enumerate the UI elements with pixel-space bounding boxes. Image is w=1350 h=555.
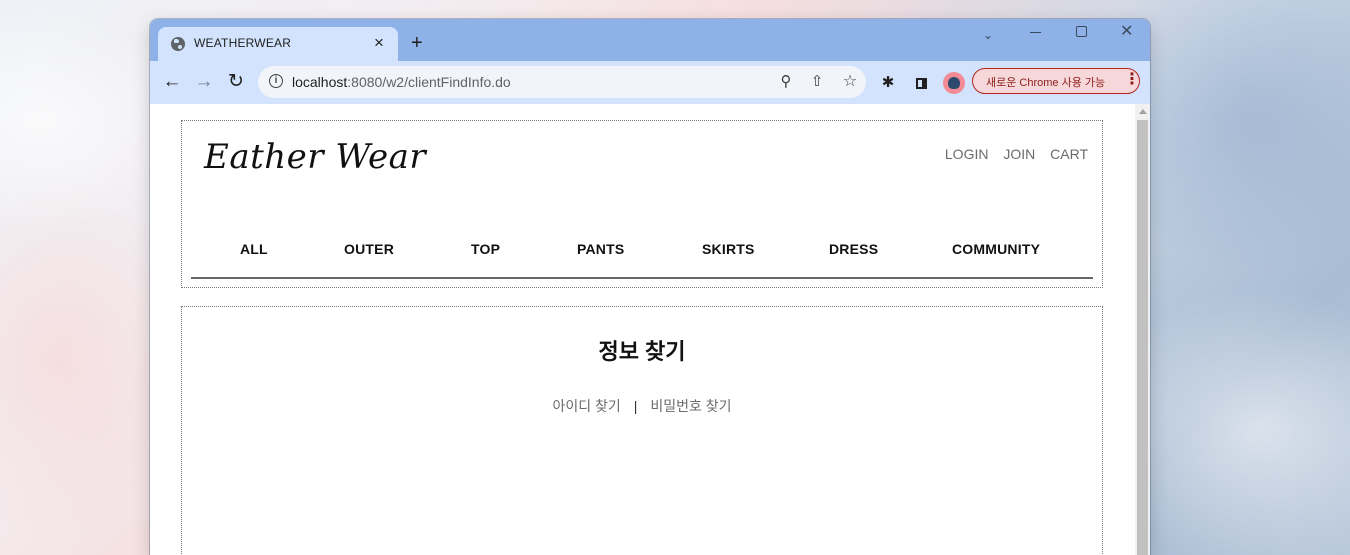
- nav-item-all[interactable]: ALL: [240, 241, 268, 257]
- url-text[interactable]: localhost:8080/w2/clientFindInfo.do: [292, 74, 511, 90]
- browser-window: WEATHERWEAR × + ⌄ ✕ ← → ↻ i localhost:80…: [150, 19, 1150, 555]
- scrollbar-thumb[interactable]: [1137, 120, 1148, 555]
- find-id-link[interactable]: 아이디 찾기: [552, 398, 620, 414]
- profile-avatar[interactable]: [943, 72, 965, 94]
- maximize-icon[interactable]: [1076, 26, 1087, 37]
- minimize-icon[interactable]: [1030, 25, 1041, 33]
- tab-title: WEATHERWEAR: [194, 36, 292, 50]
- scroll-up-arrow-icon[interactable]: [1139, 109, 1147, 114]
- share-icon[interactable]: ⇧: [807, 72, 827, 92]
- util-links: LOGIN JOIN CART: [934, 146, 1088, 162]
- site-header: Eather Wear LOGIN JOIN CART ALL OUTER TO…: [181, 120, 1103, 288]
- find-password-link[interactable]: 비밀번호 찾기: [650, 398, 731, 414]
- tab-search-icon[interactable]: ⌄: [983, 27, 993, 43]
- new-tab-button[interactable]: +: [411, 33, 423, 53]
- side-panel-icon[interactable]: [911, 73, 931, 93]
- close-window-icon[interactable]: ✕: [1120, 24, 1133, 40]
- login-link[interactable]: LOGIN: [945, 146, 989, 162]
- nav-item-top[interactable]: TOP: [471, 241, 500, 257]
- zoom-icon[interactable]: ⚲: [776, 72, 796, 92]
- join-link[interactable]: JOIN: [1003, 146, 1035, 162]
- site-logo[interactable]: Eather Wear: [204, 137, 426, 177]
- browser-tab[interactable]: WEATHERWEAR ×: [158, 27, 398, 61]
- cart-link[interactable]: CART: [1050, 146, 1088, 162]
- update-label: 새로운 Chrome 사용 가능: [986, 77, 1106, 89]
- page-viewport: Eather Wear LOGIN JOIN CART ALL OUTER TO…: [150, 104, 1150, 555]
- title-bar: WEATHERWEAR × + ⌄ ✕: [150, 19, 1150, 61]
- category-nav: ALL OUTER TOP PANTS SKIRTS DRESS COMMUNI…: [191, 239, 1093, 279]
- extensions-icon[interactable]: ✱: [878, 73, 898, 93]
- find-links: 아이디 찾기 | 비밀번호 찾기: [182, 396, 1102, 416]
- menu-dots-icon[interactable]: ⋮: [1124, 71, 1140, 89]
- nav-item-skirts[interactable]: SKIRTS: [702, 241, 755, 257]
- nav-item-outer[interactable]: OUTER: [344, 241, 394, 257]
- find-info-section: 정보 찾기 아이디 찾기 | 비밀번호 찾기: [181, 306, 1103, 555]
- nav-item-pants[interactable]: PANTS: [577, 241, 624, 257]
- close-tab-icon[interactable]: ×: [374, 34, 384, 52]
- browser-toolbar: ← → ↻ i localhost:8080/w2/clientFindInfo…: [150, 61, 1150, 104]
- chrome-update-button[interactable]: 새로운 Chrome 사용 가능 ⋮: [972, 68, 1140, 94]
- nav-item-dress[interactable]: DRESS: [829, 241, 878, 257]
- link-separator: |: [633, 398, 638, 414]
- page-title: 정보 찾기: [598, 339, 686, 364]
- back-icon[interactable]: ←: [160, 71, 184, 95]
- vertical-scrollbar[interactable]: [1135, 104, 1150, 555]
- address-bar[interactable]: i localhost:8080/w2/clientFindInfo.do ⚲ …: [258, 66, 866, 98]
- url-path: :8080/w2/clientFindInfo.do: [347, 74, 511, 90]
- info-icon[interactable]: i: [269, 74, 283, 88]
- reload-icon[interactable]: ↻: [224, 71, 248, 95]
- globe-icon: [171, 37, 185, 51]
- forward-icon[interactable]: →: [192, 71, 216, 95]
- star-icon[interactable]: ☆: [840, 72, 860, 92]
- url-host: localhost: [292, 74, 348, 90]
- nav-item-community[interactable]: COMMUNITY: [952, 241, 1040, 257]
